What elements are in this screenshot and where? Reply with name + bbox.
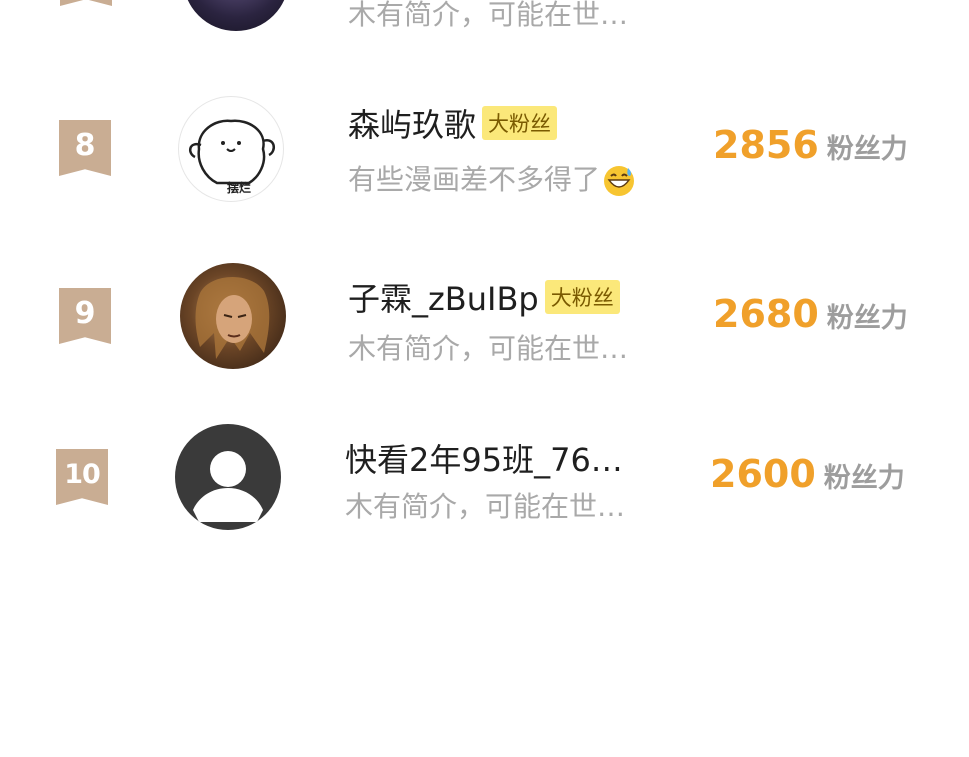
avatar[interactable]: [175, 424, 281, 530]
leaderboard-row[interactable]: 8 摆烂 森屿玖歌 大粉丝 有些漫画差不多得了 2856 粉丝力: [0, 78, 969, 228]
bio-text: 有些漫画差不多得了: [348, 158, 636, 198]
leaderboard-row[interactable]: 9 子霖_zBuIBp 大粉丝 木有简介，可能在世… 2680 粉丝力: [0, 247, 969, 397]
fan-power-score: 2856 粉丝力: [713, 123, 908, 167]
score-unit: 粉丝力: [826, 134, 908, 165]
score-value: 2856: [713, 123, 819, 167]
fan-power-score: 2600 粉丝力: [710, 452, 905, 496]
leaderboard-row[interactable]: 10 快看2年95班_76… 木有简介，可能在世… 2600 粉丝力: [0, 408, 969, 558]
username[interactable]: 森屿玖歌: [348, 100, 476, 146]
score-unit: 粉丝力: [823, 463, 905, 494]
fan-power-score: 2680 粉丝力: [713, 292, 908, 336]
bio-text: 木有简介，可能在世…: [348, 0, 629, 31]
sweat-smile-emoji-icon: [604, 166, 635, 196]
avatar[interactable]: [183, 0, 289, 31]
avatar-caption: 摆烂: [227, 181, 252, 195]
username[interactable]: 快看2年95班_76…: [345, 435, 623, 481]
rank-badge-partial: [60, 0, 112, 6]
fan-level-badge: 大粉丝: [482, 106, 558, 140]
bio-text: 木有简介，可能在世…: [348, 332, 629, 365]
rank-badge: 9: [59, 288, 111, 344]
fan-level-badge: 大粉丝: [544, 280, 620, 314]
bio-text: 木有简介，可能在世…: [345, 490, 626, 523]
character-portrait-icon: [195, 276, 270, 359]
rank-badge: 8: [59, 120, 111, 176]
username[interactable]: 子霖_zBuIBp: [348, 274, 539, 320]
rank-badge: 10: [56, 449, 108, 505]
score-value: 2600: [710, 452, 816, 496]
avatar[interactable]: 摆烂: [178, 96, 284, 202]
score-unit: 粉丝力: [826, 303, 908, 334]
score-value: 2680: [713, 292, 819, 336]
default-user-avatar-icon: [193, 451, 263, 522]
avatar[interactable]: [180, 263, 286, 369]
